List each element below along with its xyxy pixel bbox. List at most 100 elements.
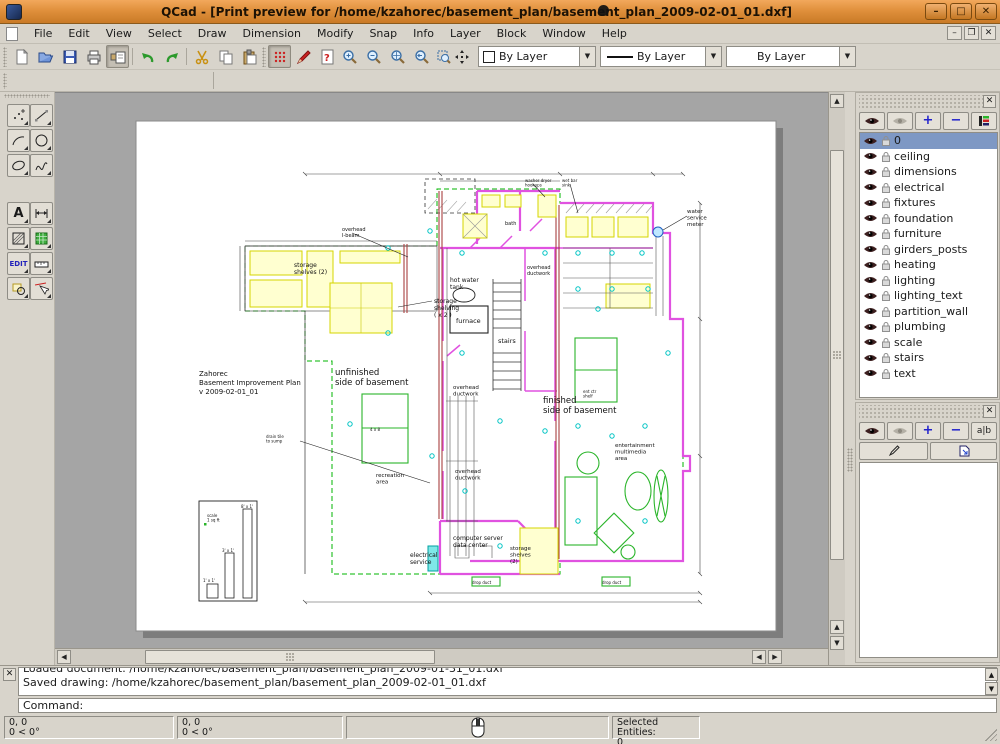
toolbox-grip[interactable] (4, 94, 50, 98)
save-button[interactable] (58, 45, 81, 68)
layer-visible-eye-icon[interactable] (863, 229, 878, 239)
menu-item-draw[interactable]: Draw (190, 25, 235, 42)
toolbar-grip[interactable] (3, 47, 7, 67)
mdi-minimize-button[interactable]: – (947, 26, 962, 40)
hatch-tool-button[interactable] (7, 227, 30, 250)
horizontal-scrollbar[interactable]: ◀ ◀ ▶ (55, 648, 828, 665)
open-file-button[interactable] (34, 45, 57, 68)
layer-lock-icon[interactable] (881, 352, 891, 363)
block-panel-header[interactable]: ✕ (859, 405, 996, 420)
lines-tool-button[interactable] (30, 104, 53, 127)
insert-block-button[interactable] (930, 442, 997, 460)
layer-visible-eye-icon[interactable] (863, 244, 878, 254)
scroll-up-button[interactable]: ▲ (830, 94, 844, 108)
layer-visible-eye-icon[interactable] (863, 136, 878, 146)
scroll-left-button[interactable]: ◀ (752, 650, 766, 664)
menu-item-snap[interactable]: Snap (361, 25, 405, 42)
hide-all-blocks-button[interactable] (887, 422, 913, 440)
remove-layer-button[interactable]: − (943, 112, 969, 130)
close-icon[interactable]: ✕ (983, 95, 996, 108)
layer-visible-eye-icon[interactable] (863, 322, 878, 332)
chevron-down-icon[interactable]: ▼ (839, 47, 855, 66)
drawing-canvas[interactable]: ZahorecBasement Improvement Planv 2009-0… (55, 92, 845, 665)
layer-lock-icon[interactable] (881, 259, 891, 270)
linestyle-dropdown[interactable]: By Layer ▼ (726, 46, 856, 67)
close-button[interactable]: ✕ (975, 3, 997, 20)
layer-lock-icon[interactable] (881, 151, 891, 162)
layer-row[interactable]: furniture (860, 226, 997, 242)
panel-splitter[interactable] (845, 92, 855, 665)
command-input[interactable]: Command: (18, 698, 997, 713)
layer-row[interactable]: partition_wall (860, 304, 997, 320)
layer-visible-eye-icon[interactable] (863, 291, 878, 301)
layer-visible-eye-icon[interactable] (863, 368, 878, 378)
layer-visible-eye-icon[interactable] (863, 167, 878, 177)
ellipses-tool-button[interactable] (7, 154, 30, 177)
scroll-right-button[interactable]: ▶ (768, 650, 782, 664)
chevron-down-icon[interactable]: ▼ (705, 47, 721, 66)
measure-tool-button[interactable] (30, 252, 53, 275)
hide-all-layers-button[interactable] (887, 112, 913, 130)
menu-item-block[interactable]: Block (489, 25, 535, 42)
vertical-scrollbar[interactable]: ▲ ▲ ▼ (828, 92, 845, 665)
vertical-scroll-thumb[interactable] (830, 150, 844, 560)
layer-row[interactable]: text (860, 366, 997, 382)
shapes-tool-button[interactable] (7, 277, 30, 300)
layer-row[interactable]: 0 (860, 133, 997, 149)
print-preview-button[interactable] (106, 45, 129, 68)
pan-button[interactable] (452, 45, 472, 68)
insert-image-button[interactable] (30, 227, 53, 250)
layer-row[interactable]: lighting_text (860, 288, 997, 304)
redo-button[interactable] (160, 45, 183, 68)
layer-visible-eye-icon[interactable] (863, 182, 878, 192)
layer-lock-icon[interactable] (881, 244, 891, 255)
zoom-auto-button[interactable] (386, 45, 409, 68)
layer-row[interactable]: girders_posts (860, 242, 997, 258)
menu-item-select[interactable]: Select (140, 25, 190, 42)
layer-visible-eye-icon[interactable] (863, 213, 878, 223)
layer-lock-icon[interactable] (881, 166, 891, 177)
mdi-restore-button[interactable]: ❐ (964, 26, 979, 40)
layer-lock-icon[interactable] (881, 368, 891, 379)
layer-row[interactable]: ceiling (860, 149, 997, 165)
layer-row[interactable]: dimensions (860, 164, 997, 180)
menu-item-edit[interactable]: Edit (60, 25, 97, 42)
scroll-up-button[interactable]: ▲ (830, 620, 844, 634)
layer-row[interactable]: electrical (860, 180, 997, 196)
show-all-layers-button[interactable] (859, 112, 885, 130)
menu-item-layer[interactable]: Layer (442, 25, 489, 42)
undo-button[interactable] (136, 45, 159, 68)
command-history[interactable]: Loaded document: /home/kzahorec/basement… (18, 667, 997, 696)
layer-row[interactable]: stairs (860, 350, 997, 366)
print-button[interactable] (82, 45, 105, 68)
new-file-button[interactable] (10, 45, 33, 68)
minimize-button[interactable]: – (925, 3, 947, 20)
cut-button[interactable] (190, 45, 213, 68)
copy-button[interactable] (214, 45, 237, 68)
zoom-in-button[interactable] (338, 45, 361, 68)
edit-block-button[interactable] (859, 442, 928, 460)
layer-lock-icon[interactable] (881, 197, 891, 208)
add-layer-button[interactable]: + (915, 112, 941, 130)
horizontal-scroll-thumb[interactable] (145, 650, 435, 664)
layer-row[interactable]: scale (860, 335, 997, 351)
history-scroll-down[interactable]: ▼ (985, 682, 998, 695)
draft-mode-button[interactable] (292, 45, 315, 68)
dimension-tool-button[interactable] (30, 202, 53, 225)
rename-block-button[interactable]: a|b (971, 422, 997, 440)
menu-item-file[interactable]: File (26, 25, 60, 42)
menu-item-modify[interactable]: Modify (309, 25, 361, 42)
linewidth-dropdown[interactable]: By Layer ▼ (600, 46, 722, 67)
menu-item-view[interactable]: View (98, 25, 140, 42)
layer-visible-eye-icon[interactable] (863, 275, 878, 285)
layer-list[interactable]: 0 ceiling dimensions electrical fixtures… (859, 132, 998, 398)
layer-lock-icon[interactable] (881, 321, 891, 332)
layer-visible-eye-icon[interactable] (863, 198, 878, 208)
resize-grip[interactable] (985, 729, 997, 741)
layer-row[interactable]: foundation (860, 211, 997, 227)
layer-lock-icon[interactable] (881, 228, 891, 239)
show-all-blocks-button[interactable] (859, 422, 885, 440)
grid-toggle-button[interactable] (268, 45, 291, 68)
toolbar-grip[interactable] (262, 47, 266, 67)
history-scroll-up[interactable]: ▲ (985, 668, 998, 681)
